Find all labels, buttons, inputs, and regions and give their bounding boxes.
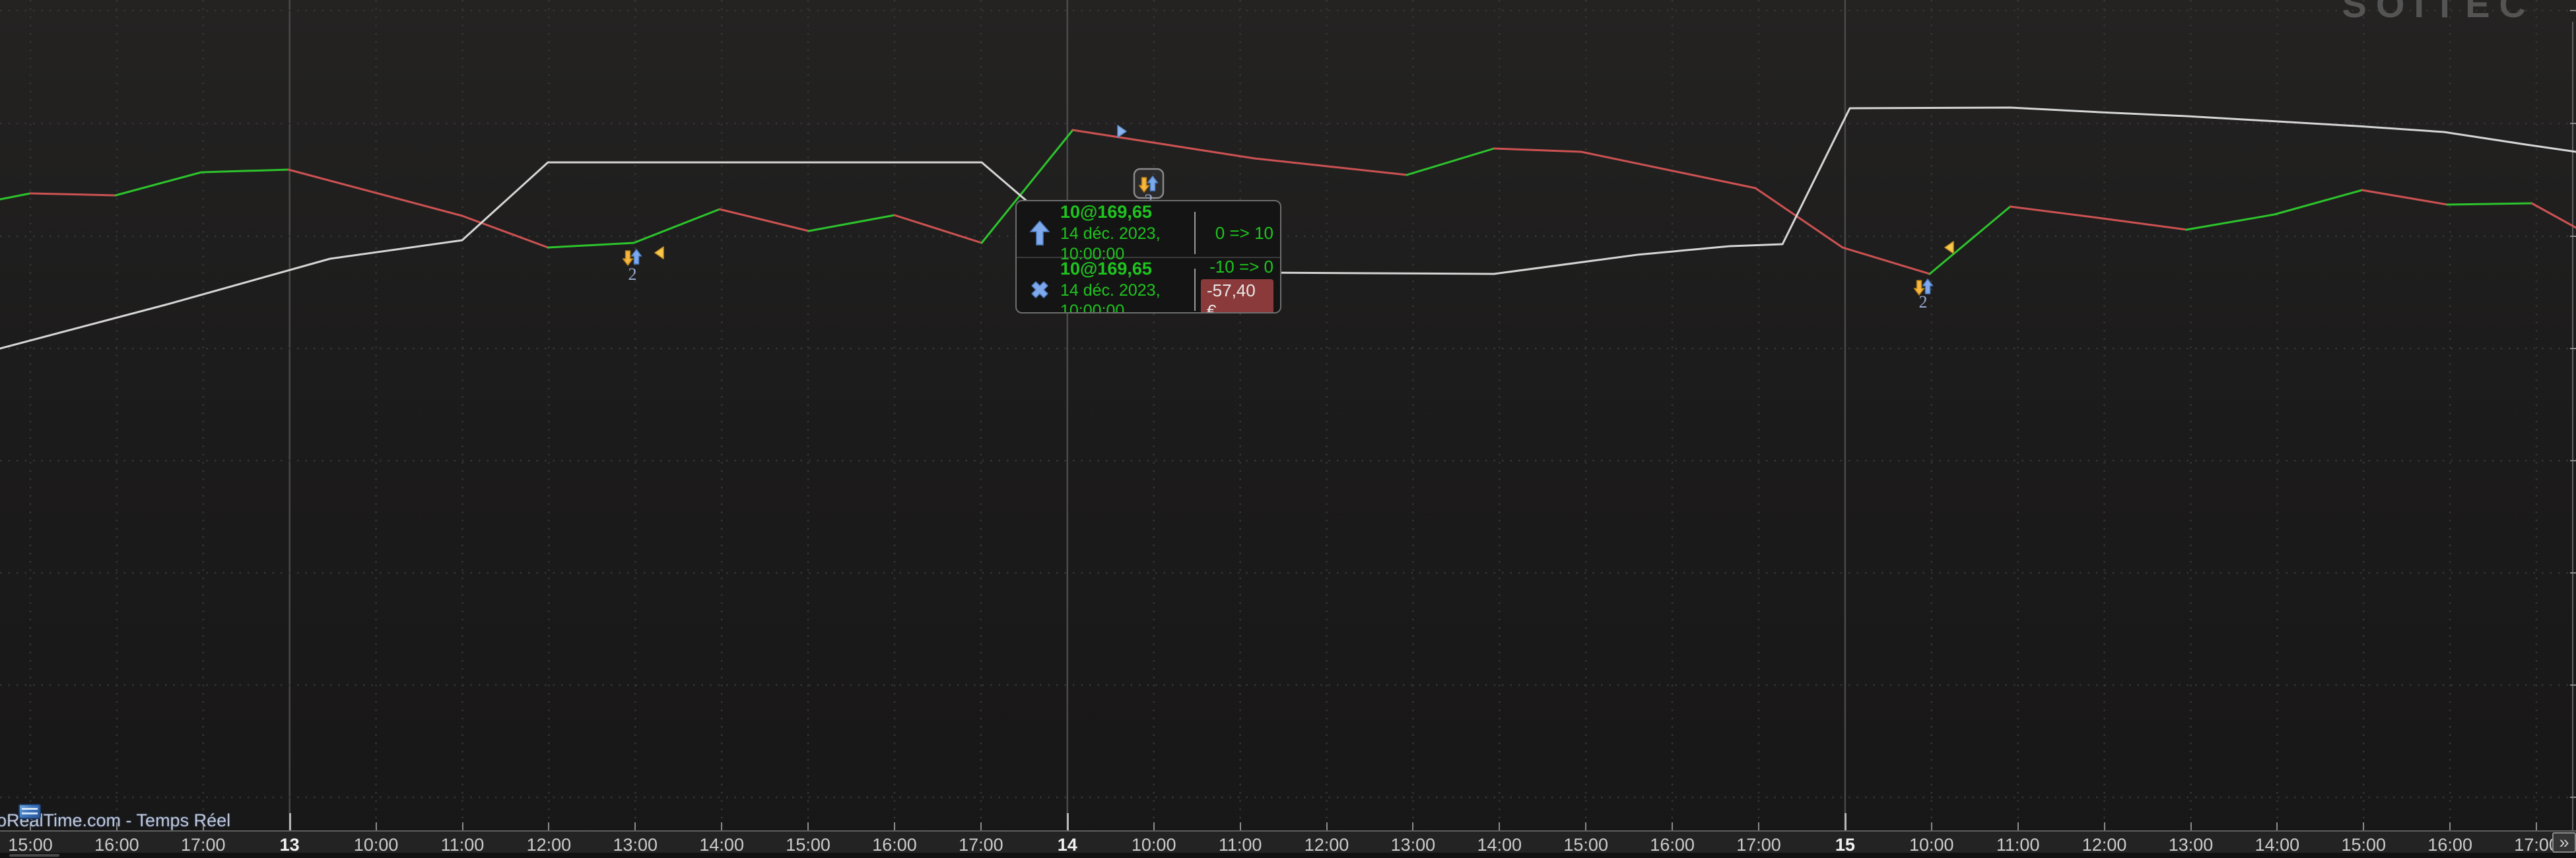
time-axis-tick <box>894 822 895 830</box>
price-segment <box>2274 190 2362 214</box>
entry-triangle-icon[interactable] <box>1118 125 1126 137</box>
buy-arrow-marker-icon[interactable] <box>632 249 642 264</box>
time-axis-tick <box>289 813 291 830</box>
time-axis-tick <box>2536 822 2537 830</box>
time-axis-tick <box>807 822 809 830</box>
price-segment <box>2532 203 2576 228</box>
price-segment <box>2098 218 2186 230</box>
scrollbar-thumb[interactable] <box>9 854 59 857</box>
trade-tooltip: 10@169,65 14 déc. 2023, 10:00:00 0 => 10… <box>1015 200 1281 314</box>
time-axis[interactable]: 15:0016:0017:001310:0011:0012:0013:0014:… <box>0 830 2576 853</box>
price-segment <box>2186 214 2274 230</box>
time-axis-tick <box>1672 822 1673 830</box>
price-segment <box>1073 130 1254 158</box>
loss-badge: -57,40 € <box>1201 279 1273 314</box>
buy-arrow-icon <box>1019 220 1060 246</box>
time-axis-tick <box>1499 822 1500 830</box>
trade-count-label: 2 <box>1919 292 1928 312</box>
trading-chart-window: 222 SOITEC roRealTime.com - Temps Réel 1… <box>0 0 2576 858</box>
time-axis-tick <box>2449 822 2451 830</box>
symbol-watermark: SOITEC <box>2342 0 2535 26</box>
trailing-stop-line <box>0 108 2576 348</box>
price-segment <box>0 193 30 199</box>
provider-logo-icon <box>18 804 41 819</box>
sell-arrow-marker-icon[interactable] <box>623 251 633 265</box>
price-segment <box>895 215 982 243</box>
price-segment <box>116 172 201 195</box>
price-segment <box>2010 207 2098 218</box>
time-axis-tick <box>548 822 549 830</box>
price-segment <box>462 216 548 248</box>
time-axis-tick <box>462 822 463 830</box>
time-axis-tick <box>1845 813 1847 830</box>
time-axis-tick <box>2190 822 2192 830</box>
price-segment <box>2362 190 2447 205</box>
price-segment <box>1755 188 1843 248</box>
price-segment <box>2447 203 2532 205</box>
time-axis-tick <box>1240 822 1241 830</box>
time-axis-tick <box>2363 822 2364 830</box>
price-segment <box>809 215 895 231</box>
price-segment <box>1254 158 1407 175</box>
trade-size-price: 10@169,65 <box>1060 201 1194 224</box>
time-axis-tick <box>1758 822 1759 830</box>
exit-triangle-icon[interactable] <box>1945 242 1953 253</box>
price-segment <box>548 243 634 248</box>
time-axis-tick <box>721 822 722 830</box>
trade-datetime: 14 déc. 2023, 10:00:00 <box>1060 280 1194 314</box>
price-segment <box>1494 148 1581 152</box>
price-segment <box>720 209 809 231</box>
time-axis-tick <box>2104 822 2105 830</box>
position-change: -10 => 0 <box>1209 257 1273 277</box>
time-axis-tick <box>1585 822 1586 830</box>
price-segment <box>1581 152 1755 188</box>
tooltip-row-entry: 10@169,65 14 déc. 2023, 10:00:00 0 => 10 <box>1017 201 1280 257</box>
time-axis-tick <box>1412 822 1413 830</box>
time-axis-tick <box>1931 822 1932 830</box>
time-axis-tick <box>980 822 982 830</box>
chart-plot-area[interactable]: 222 <box>0 0 2576 830</box>
horizontal-scrollbar[interactable] <box>0 853 2576 858</box>
price-segment <box>288 170 462 216</box>
price-segment <box>1930 207 2010 274</box>
time-axis-tick <box>2017 822 2019 830</box>
time-axis-tick <box>634 822 636 830</box>
price-segment <box>201 170 288 172</box>
price-segment <box>30 193 116 195</box>
close-x-icon <box>1019 279 1060 300</box>
price-segment <box>1843 248 1930 274</box>
time-axis-tick <box>1067 813 1069 830</box>
position-change: 0 => 10 <box>1215 223 1273 244</box>
time-axis-tick <box>376 822 377 830</box>
price-segment <box>634 209 720 243</box>
price-segment <box>1407 148 1494 175</box>
exit-triangle-icon[interactable] <box>655 247 663 259</box>
time-axis-tick <box>1326 822 1328 830</box>
time-axis-tick <box>1153 822 1155 830</box>
tooltip-row-exit: 10@169,65 14 déc. 2023, 10:00:00 -10 => … <box>1017 257 1280 312</box>
fast-forward-button[interactable]: » <box>2552 832 2576 853</box>
trade-size-price: 10@169,65 <box>1060 258 1194 280</box>
time-axis-tick <box>2276 822 2278 830</box>
trade-count-label: 2 <box>628 265 637 284</box>
